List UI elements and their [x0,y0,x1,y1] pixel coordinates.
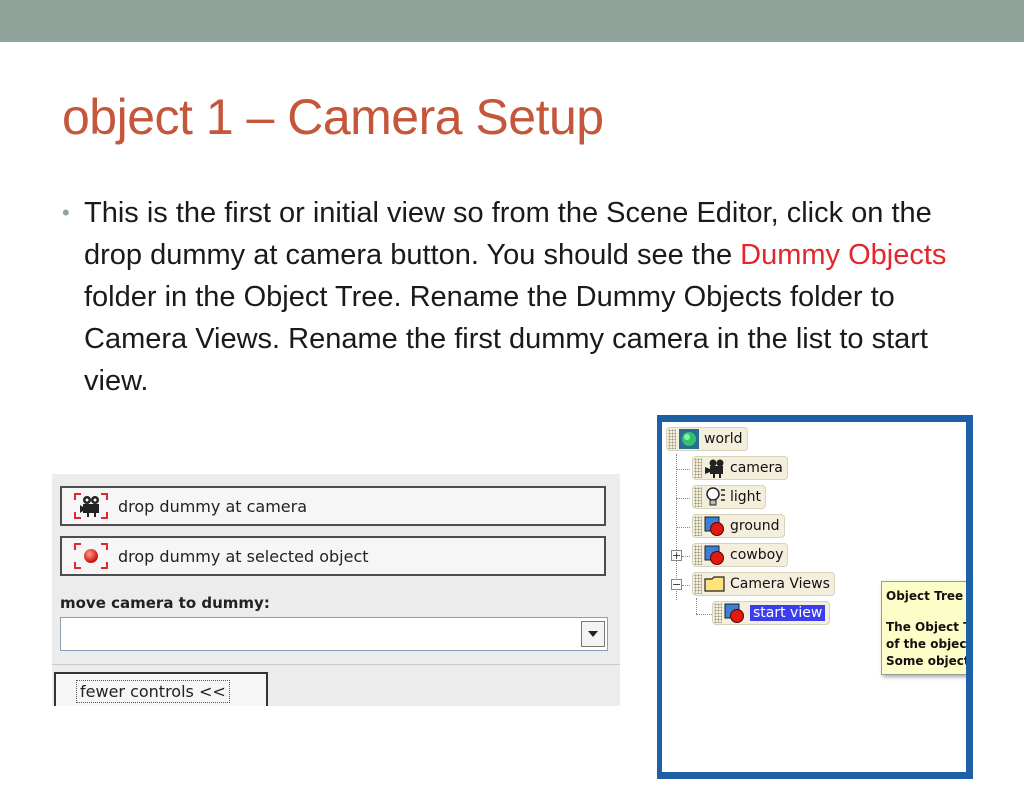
drag-grip-icon [694,516,702,536]
tree-node-ground[interactable]: ground [692,514,785,538]
drag-grip-icon [694,458,702,478]
object-tree: + − world camera light ground cowboy Cam… [662,422,966,772]
drop-dummy-at-camera-button[interactable]: drop dummy at camera [60,486,606,526]
drag-grip-icon [714,603,722,623]
drag-grip-icon [694,574,702,594]
tree-node-label: camera [730,460,783,476]
tooltip-line: of the objects [886,637,966,651]
tree-line [682,585,690,586]
object-tree-tooltip: Object Tree The Object Tr of the objects… [881,581,966,675]
move-camera-dropdown[interactable] [60,617,608,651]
tree-node-label: ground [730,518,780,534]
tree-node-world[interactable]: world [666,427,748,451]
tree-node-label: cowboy [730,547,784,563]
model-icon [704,516,726,536]
tree-line [682,556,690,557]
tree-node-label: Camera Views [730,576,830,592]
tree-node-label-selected[interactable]: start view [750,605,826,621]
camera-icon [74,493,108,519]
red-ball-icon [74,543,108,569]
panel-separator [52,664,620,665]
tree-line [676,527,690,528]
bullet-text-part2: folder in the Object Tree. Rename the Du… [84,281,928,397]
top-accent-bar [0,0,1024,42]
tooltip-title: Object Tree [886,589,964,603]
fewer-controls-button[interactable]: fewer controls << [54,672,268,706]
drag-grip-icon [694,487,702,507]
drop-dummy-at-camera-label: drop dummy at camera [118,496,308,516]
drop-dummy-at-selected-object-label: drop dummy at selected object [118,546,369,566]
tree-node-label: world [704,431,743,447]
folder-icon [704,574,726,594]
bullet-text: This is the first or initial view so fro… [84,192,962,402]
tree-line [696,598,697,614]
globe-icon [678,429,700,449]
drop-dummy-at-selected-object-button[interactable]: drop dummy at selected object [60,536,606,576]
object-tree-frame: + − world camera light ground cowboy Cam… [657,415,973,779]
slide-title: object 1 – Camera Setup [62,89,604,145]
move-camera-label: move camera to dummy: [60,594,270,612]
tooltip-line: Some objects [886,654,966,668]
tree-line [676,498,690,499]
bullet-paragraph: • This is the first or initial view so f… [62,192,962,402]
expand-icon[interactable]: + [671,550,682,561]
model-icon [724,603,746,623]
tooltip-line: The Object Tr [886,620,966,634]
bullet-highlight: Dummy Objects [740,239,947,271]
tree-node-cowboy[interactable]: cowboy [692,543,789,567]
tree-node-light[interactable]: light [692,485,767,509]
camera-icon [704,458,726,478]
scene-editor-panel: drop dummy at camera drop dummy at selec… [52,474,620,706]
light-bulb-icon [704,487,726,507]
tree-node-camera-views[interactable]: Camera Views [692,572,835,596]
drag-grip-icon [694,545,702,565]
fewer-controls-label: fewer controls << [76,680,230,703]
tree-node-label: light [730,489,762,505]
bullet-dot: • [62,200,70,225]
tree-node-start-view[interactable]: start view [712,601,831,625]
collapse-icon[interactable]: − [671,579,682,590]
model-icon [704,545,726,565]
tree-line [676,469,690,470]
chevron-down-icon[interactable] [581,621,605,647]
drag-grip-icon [668,429,676,449]
tree-node-camera[interactable]: camera [692,456,788,480]
tree-line [696,614,712,615]
